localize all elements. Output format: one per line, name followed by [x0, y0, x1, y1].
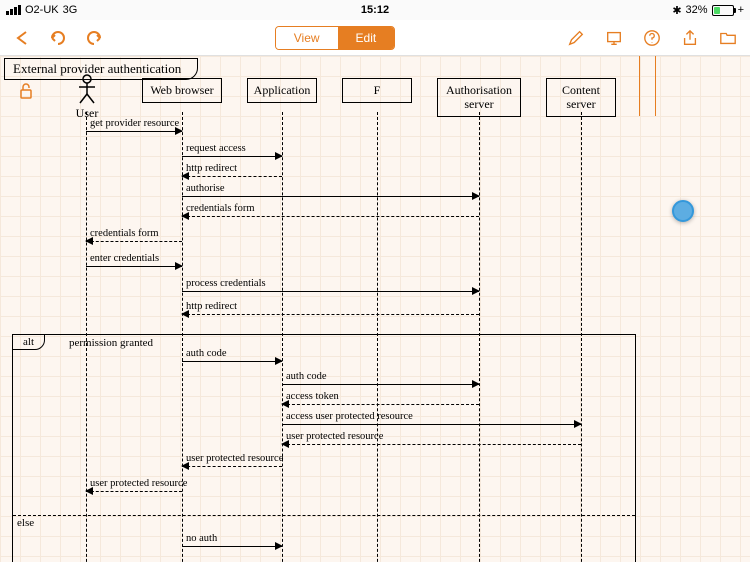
edit-button[interactable]: Edit: [338, 27, 395, 49]
clock: 15:12: [252, 4, 498, 16]
share-icon[interactable]: [680, 28, 700, 48]
alt-guard: permission granted: [69, 337, 153, 349]
folder-icon[interactable]: [718, 28, 738, 48]
msg: no auth: [182, 546, 282, 562]
msg: auth code: [182, 361, 282, 377]
participant-web-browser: Web browser: [142, 78, 222, 103]
status-bar: O2-UK 3G 15:12 ✱ 32% +: [0, 0, 750, 20]
drag-handle[interactable]: [672, 200, 694, 222]
msg: get provider resource: [86, 131, 182, 147]
charging-icon: +: [738, 4, 744, 16]
network-label: 3G: [63, 4, 78, 16]
redo-icon[interactable]: [84, 28, 104, 48]
battery-icon: [712, 5, 734, 16]
msg: credentials form: [182, 216, 479, 232]
msg: http redirect: [182, 314, 479, 330]
view-edit-segment[interactable]: View Edit: [275, 26, 395, 50]
participant-auth-server: Authorisation server: [437, 78, 521, 117]
undo-icon[interactable]: [48, 28, 68, 48]
battery-pct: 32%: [686, 4, 708, 16]
carrier-label: O2-UK: [25, 4, 59, 16]
view-button[interactable]: View: [276, 27, 338, 49]
signal-icon: [6, 5, 21, 15]
participant-content-server: Content server: [546, 78, 616, 117]
alt-tag: alt: [12, 334, 45, 350]
help-icon[interactable]: [642, 28, 662, 48]
screen-icon[interactable]: [604, 28, 624, 48]
diagram-canvas[interactable]: External provider authentication User We…: [0, 56, 750, 562]
participant-f: F: [342, 78, 412, 103]
bluetooth-icon: ✱: [672, 4, 681, 17]
toolbar: View Edit: [0, 20, 750, 56]
actor-user: User: [72, 74, 102, 121]
msg: user protected resource: [86, 491, 182, 507]
alt-divider: [13, 515, 635, 516]
lock-icon[interactable]: [18, 82, 34, 105]
back-icon[interactable]: [12, 28, 32, 48]
pencil-icon[interactable]: [566, 28, 586, 48]
msg: enter credentials: [86, 266, 182, 282]
else-tag: else: [17, 517, 34, 529]
msg: user protected resource: [282, 444, 581, 460]
msg: user protected resource: [182, 466, 282, 482]
participant-application: Application: [247, 78, 317, 103]
